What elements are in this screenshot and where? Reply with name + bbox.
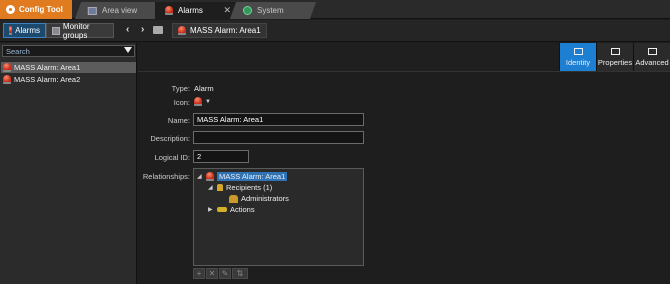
tree-node-label: Recipients (1)	[226, 183, 273, 192]
monitor-groups-button[interactable]: Monitor groups	[46, 21, 114, 40]
view-tabs: Identity Properties Advanced	[559, 43, 670, 71]
recipients-icon	[217, 184, 223, 191]
delete-icon[interactable]: ✕	[206, 268, 218, 279]
actions-icon	[217, 207, 227, 212]
tab-area-view[interactable]: Area view	[74, 2, 162, 19]
tab-identity[interactable]: Identity	[559, 43, 596, 71]
view-label: Advanced	[635, 57, 669, 67]
list-item[interactable]: MASS Alarm: Area1	[1, 62, 136, 73]
entity-list-panel: Search MASS Alarm: Area1 MASS Alarm: Are…	[0, 43, 137, 284]
tab-system[interactable]: System	[229, 2, 317, 19]
alarms-button-label: Alarms	[15, 26, 40, 35]
close-icon[interactable]: ✕	[223, 5, 231, 16]
collapse-icon[interactable]: ◢	[197, 173, 203, 180]
name-field[interactable]: MASS Alarm: Area1	[193, 113, 364, 126]
tree-node-root[interactable]: ◢ MASS Alarm: Area1	[197, 172, 288, 181]
name-label: Name:	[167, 116, 190, 125]
alarm-icon	[3, 75, 11, 84]
alarms-button[interactable]: Alarms	[3, 23, 46, 38]
tree-node-recipients[interactable]: ◢ Recipients (1)	[208, 183, 272, 192]
list-item[interactable]: MASS Alarm: Area2	[1, 74, 136, 85]
list-item-label: MASS Alarm: Area1	[14, 63, 81, 72]
tab-advanced[interactable]: Advanced	[633, 43, 670, 71]
chevron-down-icon[interactable]: ▼	[205, 99, 211, 105]
area-view-icon	[88, 6, 97, 15]
alarm-icon	[165, 6, 173, 15]
type-label: Type:	[171, 84, 190, 93]
system-icon	[243, 6, 252, 15]
logical-id-label: Logical ID:	[154, 153, 190, 162]
entity-browser-icon[interactable]	[153, 26, 163, 34]
description-label: Description:	[150, 134, 190, 143]
monitor-groups-label: Monitor groups	[62, 21, 90, 40]
forward-arrow-icon[interactable]: ›	[141, 24, 144, 35]
edit-icon[interactable]: ✎	[219, 268, 231, 279]
alarm-icon	[9, 26, 13, 35]
tab-properties[interactable]: Properties	[596, 43, 633, 71]
app-title: Config Tool	[19, 5, 63, 14]
identity-icon	[573, 47, 583, 55]
tree-node-label: MASS Alarm: Area1	[217, 172, 288, 181]
user-group-icon	[229, 194, 238, 203]
tab-label: Alarms	[178, 6, 203, 15]
identity-form: Type: Alarm Icon: ▼ Name: MASS Alarm: Ar…	[138, 71, 670, 284]
details-panel: Identity Properties Advanced Type: Alarm…	[138, 43, 670, 284]
app-menu-tab[interactable]: Config Tool	[0, 0, 72, 19]
monitor-groups-icon	[52, 26, 60, 35]
relationships-tree: ◢ MASS Alarm: Area1 ◢ Recipients (1) Adm…	[193, 168, 364, 266]
logical-id-field[interactable]: 2	[193, 150, 249, 163]
tree-node-label: Administrators	[241, 194, 289, 203]
back-arrow-icon[interactable]: ‹	[126, 24, 129, 35]
sort-icon[interactable]: ⇅	[232, 268, 248, 279]
advanced-icon	[647, 47, 657, 55]
task-toolbar: Alarms Monitor groups ‹ › MASS Alarm: Ar…	[0, 20, 670, 42]
alarm-icon	[178, 26, 186, 35]
properties-icon	[610, 47, 620, 55]
icon-label: Icon:	[173, 98, 190, 107]
tab-alarms[interactable]: Alarms ✕	[155, 2, 237, 19]
view-label: Identity	[565, 57, 591, 67]
tree-node-actions[interactable]: ▶ Actions	[208, 205, 255, 214]
add-icon[interactable]: +	[193, 268, 205, 279]
description-field[interactable]	[193, 131, 364, 144]
collapse-icon[interactable]: ◢	[208, 184, 214, 191]
tree-node-label: Actions	[230, 205, 255, 214]
alarm-icon	[3, 63, 11, 72]
filter-icon[interactable]	[124, 47, 132, 53]
alarm-icon	[194, 97, 202, 106]
search-input[interactable]: Search	[2, 45, 135, 57]
app-logo-icon	[6, 5, 15, 14]
view-label: Properties	[597, 57, 633, 67]
tab-label: Area view	[102, 6, 138, 15]
tab-label: System	[257, 6, 284, 15]
list-item-label: MASS Alarm: Area2	[14, 75, 81, 84]
search-placeholder: Search	[6, 46, 30, 56]
expand-icon[interactable]: ▶	[208, 206, 214, 213]
type-value: Alarm	[194, 84, 214, 93]
relationship-toolbar: + ✕ ✎ ⇅	[193, 268, 248, 279]
tree-node-administrators[interactable]: Administrators	[229, 194, 289, 203]
breadcrumb-label: MASS Alarm: Area1	[190, 26, 261, 35]
alarm-icon	[206, 172, 214, 181]
relationships-label: Relationships:	[142, 172, 190, 181]
tab-bar: Config Tool Area view Alarms ✕ System	[0, 0, 670, 19]
icon-picker[interactable]: ▼	[194, 97, 211, 106]
breadcrumb[interactable]: MASS Alarm: Area1	[172, 23, 267, 38]
